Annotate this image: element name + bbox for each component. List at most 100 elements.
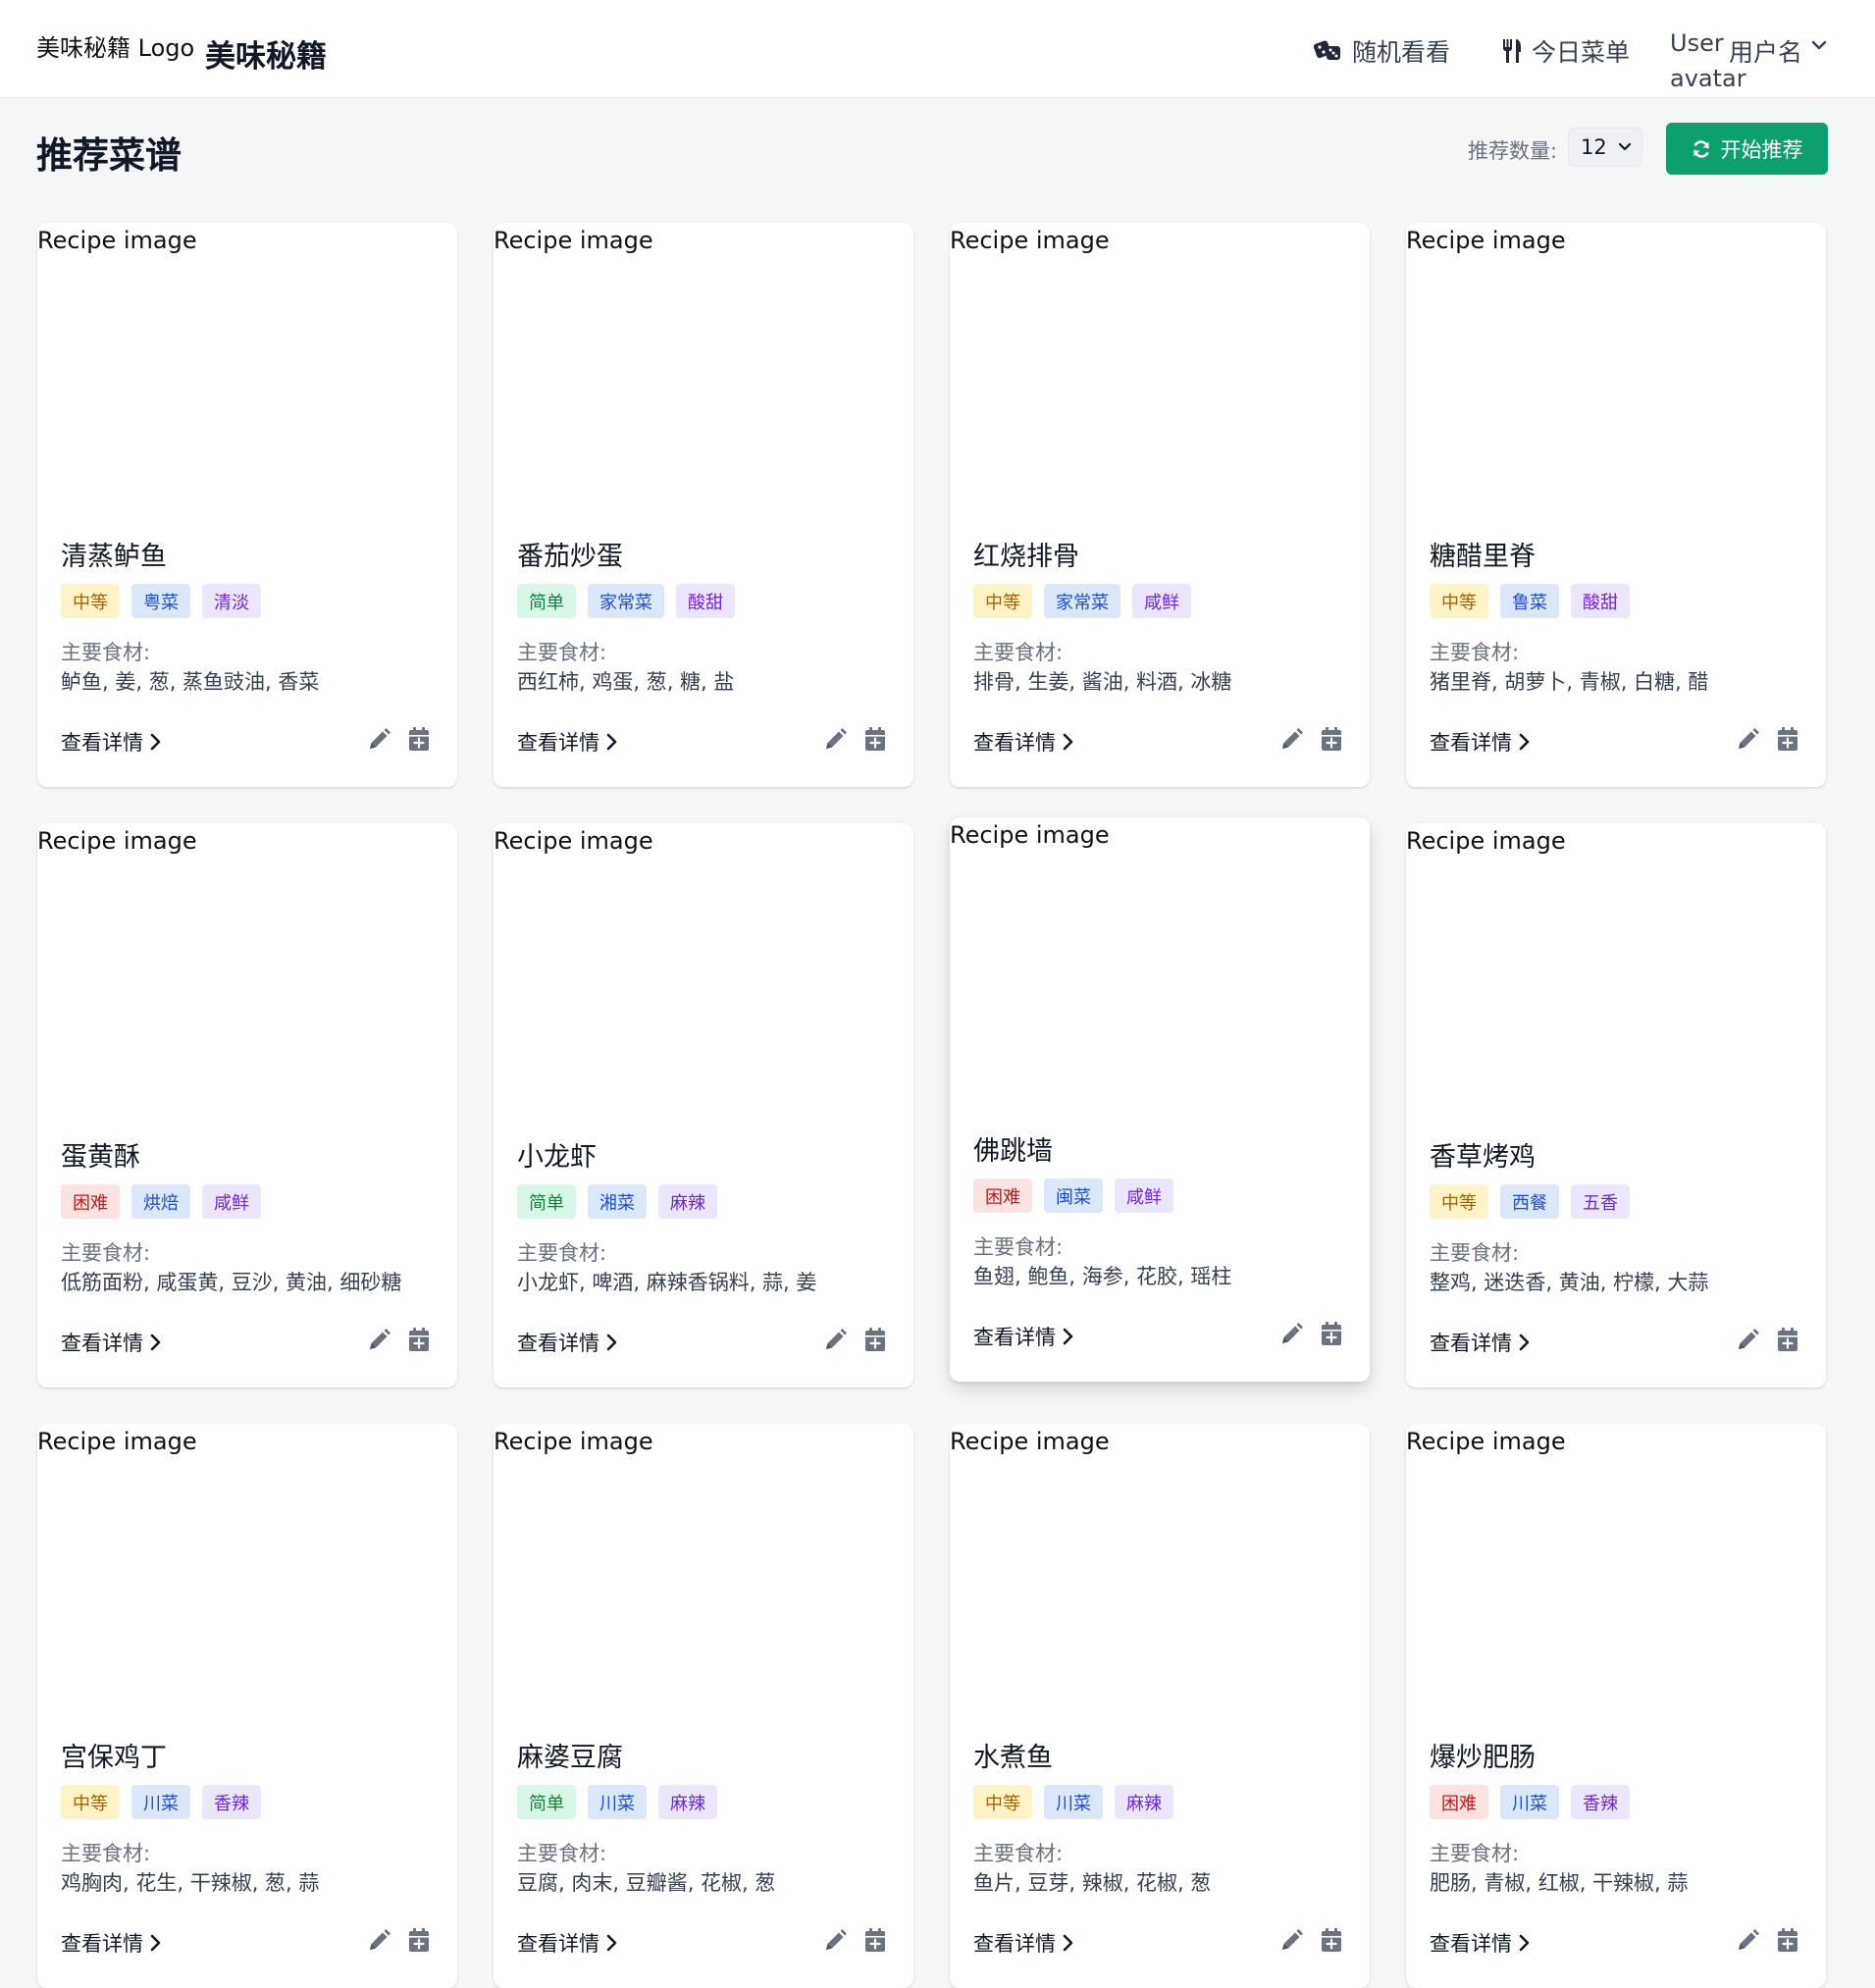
calendar-plus-icon[interactable] [407, 726, 431, 752]
flavor-tag: 酸甜 [676, 584, 735, 618]
recipe-image[interactable]: Recipe image [1406, 223, 1826, 517]
recipe-card-10[interactable]: Recipe image 麻婆豆腐 简单 川菜 麻辣 主要食材: 豆腐, 肉末,… [494, 1424, 913, 1988]
pencil-icon[interactable] [1735, 1328, 1760, 1353]
pencil-icon[interactable] [822, 1928, 848, 1954]
recipe-title[interactable]: 蛋黄酥 [61, 1135, 140, 1174]
pencil-icon[interactable] [1735, 1928, 1760, 1954]
pencil-icon[interactable] [1278, 1928, 1304, 1954]
recipe-card-8[interactable]: Recipe image 香草烤鸡 中等 西餐 五香 主要食材: 整鸡, 迷迭香… [1406, 823, 1826, 1387]
brand-name[interactable]: 美味秘籍 [205, 31, 327, 76]
recipe-title[interactable]: 爆炒肥肠 [1430, 1736, 1536, 1774]
pencil-icon[interactable] [1735, 727, 1760, 753]
view-detail-label: 查看详情 [973, 1326, 1056, 1349]
view-detail-link[interactable]: 查看详情 [517, 727, 617, 757]
recipe-image[interactable]: Recipe image [950, 1424, 1370, 1718]
nav-today-menu-label: 今日菜单 [1532, 38, 1631, 67]
flavor-tag: 咸鲜 [202, 1184, 261, 1219]
view-detail-link[interactable]: 查看详情 [61, 1928, 161, 1958]
recipe-title[interactable]: 清蒸鲈鱼 [61, 535, 167, 573]
calendar-plus-icon[interactable] [1776, 726, 1799, 752]
calendar-plus-icon[interactable] [407, 1327, 431, 1352]
recipe-title[interactable]: 香草烤鸡 [1430, 1135, 1536, 1174]
difficulty-tag: 简单 [517, 584, 576, 618]
recipe-image[interactable]: Recipe image [494, 823, 913, 1118]
recipe-image[interactable]: Recipe image [494, 1424, 913, 1718]
start-recommend-button[interactable]: 开始推荐 [1666, 123, 1828, 175]
recipe-title[interactable]: 番茄炒蛋 [517, 535, 623, 573]
recipe-card-11[interactable]: Recipe image 水煮鱼 中等 川菜 麻辣 主要食材: 鱼片, 豆芽, … [950, 1424, 1370, 1988]
recipe-card-4[interactable]: Recipe image 糖醋里脊 中等 鲁菜 酸甜 主要食材: 猪里脊, 胡萝… [1406, 223, 1826, 787]
recipe-title[interactable]: 麻婆豆腐 [517, 1736, 623, 1774]
view-detail-link[interactable]: 查看详情 [1430, 1328, 1530, 1357]
pencil-icon[interactable] [1278, 1322, 1304, 1347]
recipe-image[interactable]: Recipe image [37, 1424, 457, 1718]
cuisine-tag: 湘菜 [588, 1184, 647, 1219]
recipe-card-9[interactable]: Recipe image 宫保鸡丁 中等 川菜 香辣 主要食材: 鸡胸肉, 花生… [37, 1424, 457, 1988]
recipe-image[interactable]: Recipe image [37, 223, 457, 517]
recipe-image[interactable]: Recipe image [950, 223, 1370, 517]
view-detail-link[interactable]: 查看详情 [973, 1928, 1073, 1958]
nav-random-link[interactable]: 随机看看 [1313, 33, 1450, 69]
pencil-icon[interactable] [366, 1928, 391, 1954]
view-detail-link[interactable]: 查看详情 [973, 1322, 1073, 1351]
recipe-image[interactable]: Recipe image [1406, 1424, 1826, 1718]
recipe-card-12[interactable]: Recipe image 爆炒肥肠 困难 川菜 香辣 主要食材: 肥肠, 青椒,… [1406, 1424, 1826, 1988]
recipe-title[interactable]: 小龙虾 [517, 1135, 597, 1174]
view-detail-link[interactable]: 查看详情 [517, 1928, 617, 1958]
chevron-right-icon [1063, 1328, 1073, 1345]
recipe-card-5[interactable]: Recipe image 蛋黄酥 困难 烘焙 咸鲜 主要食材: 低筋面粉, 咸蛋… [37, 823, 457, 1387]
view-detail-link[interactable]: 查看详情 [517, 1328, 617, 1357]
recipe-title[interactable]: 糖醋里脊 [1430, 535, 1536, 573]
refresh-icon [1693, 139, 1709, 158]
recipe-image[interactable]: Recipe image [494, 223, 913, 517]
calendar-plus-icon[interactable] [407, 1927, 431, 1953]
recipe-image[interactable]: Recipe image [1406, 823, 1826, 1118]
chevron-right-icon [606, 1934, 617, 1952]
brand-logo[interactable]: 美味秘籍 Logo [36, 28, 194, 63]
view-detail-link[interactable]: 查看详情 [61, 1328, 161, 1357]
chevron-down-icon [1811, 40, 1827, 50]
user-menu[interactable]: User 用户名 avatar [1670, 29, 1856, 98]
user-avatar-alt: avatar [1670, 65, 1746, 92]
calendar-plus-icon[interactable] [1320, 726, 1343, 752]
pencil-icon[interactable] [366, 1328, 391, 1353]
calendar-plus-icon[interactable] [863, 1927, 887, 1953]
view-detail-link[interactable]: 查看详情 [1430, 727, 1530, 757]
calendar-plus-icon[interactable] [863, 726, 887, 752]
flavor-tag: 香辣 [202, 1785, 261, 1819]
recipe-card-2[interactable]: Recipe image 番茄炒蛋 简单 家常菜 酸甜 主要食材: 西红柿, 鸡… [494, 223, 913, 787]
pencil-icon[interactable] [366, 727, 391, 753]
calendar-plus-icon[interactable] [863, 1327, 887, 1352]
flavor-tag: 咸鲜 [1115, 1178, 1173, 1213]
nav-today-menu-link[interactable]: 今日菜单 [1500, 33, 1630, 69]
user-avatar[interactable]: User [1670, 29, 1724, 57]
recipe-card-7[interactable]: Recipe image 佛跳墙 困难 闽菜 咸鲜 主要食材: 鱼翅, 鲍鱼, … [950, 817, 1370, 1382]
view-detail-label: 查看详情 [517, 1932, 599, 1956]
pencil-icon[interactable] [822, 1328, 848, 1353]
view-detail-link[interactable]: 查看详情 [61, 727, 161, 757]
view-detail-label: 查看详情 [517, 1332, 599, 1355]
calendar-plus-icon[interactable] [1320, 1321, 1343, 1346]
recipe-card-3[interactable]: Recipe image 红烧排骨 中等 家常菜 咸鲜 主要食材: 排骨, 生姜… [950, 223, 1370, 787]
pencil-icon[interactable] [1278, 727, 1304, 753]
recipe-title[interactable]: 水煮鱼 [973, 1736, 1053, 1774]
recipe-title[interactable]: 佛跳墙 [973, 1129, 1053, 1168]
recipe-card-1[interactable]: Recipe image 清蒸鲈鱼 中等 粤菜 清淡 主要食材: 鲈鱼, 姜, … [37, 223, 457, 787]
ingredients-label: 主要食材: [517, 641, 607, 664]
recipe-card-6[interactable]: Recipe image 小龙虾 简单 湘菜 麻辣 主要食材: 小龙虾, 啤酒,… [494, 823, 913, 1387]
calendar-plus-icon[interactable] [1776, 1327, 1799, 1352]
recipe-title[interactable]: 红烧排骨 [973, 535, 1079, 573]
recipe-image[interactable]: Recipe image [37, 823, 457, 1118]
recipe-title[interactable]: 宫保鸡丁 [61, 1736, 167, 1774]
view-detail-link[interactable]: 查看详情 [973, 727, 1073, 757]
calendar-plus-icon[interactable] [1320, 1927, 1343, 1953]
calendar-plus-icon[interactable] [1776, 1927, 1799, 1953]
pencil-icon[interactable] [822, 727, 848, 753]
ingredients-list: 整鸡, 迷迭香, 黄油, 柠檬, 大蒜 [1430, 1271, 1709, 1294]
chevron-right-icon [1519, 1934, 1530, 1952]
recommend-count-select[interactable]: 12 [1568, 128, 1642, 167]
recipe-tags: 简单 川菜 麻辣 [517, 1785, 717, 1819]
view-detail-link[interactable]: 查看详情 [1430, 1928, 1530, 1958]
view-detail-label: 查看详情 [61, 1932, 143, 1956]
recipe-image[interactable]: Recipe image [950, 817, 1370, 1112]
